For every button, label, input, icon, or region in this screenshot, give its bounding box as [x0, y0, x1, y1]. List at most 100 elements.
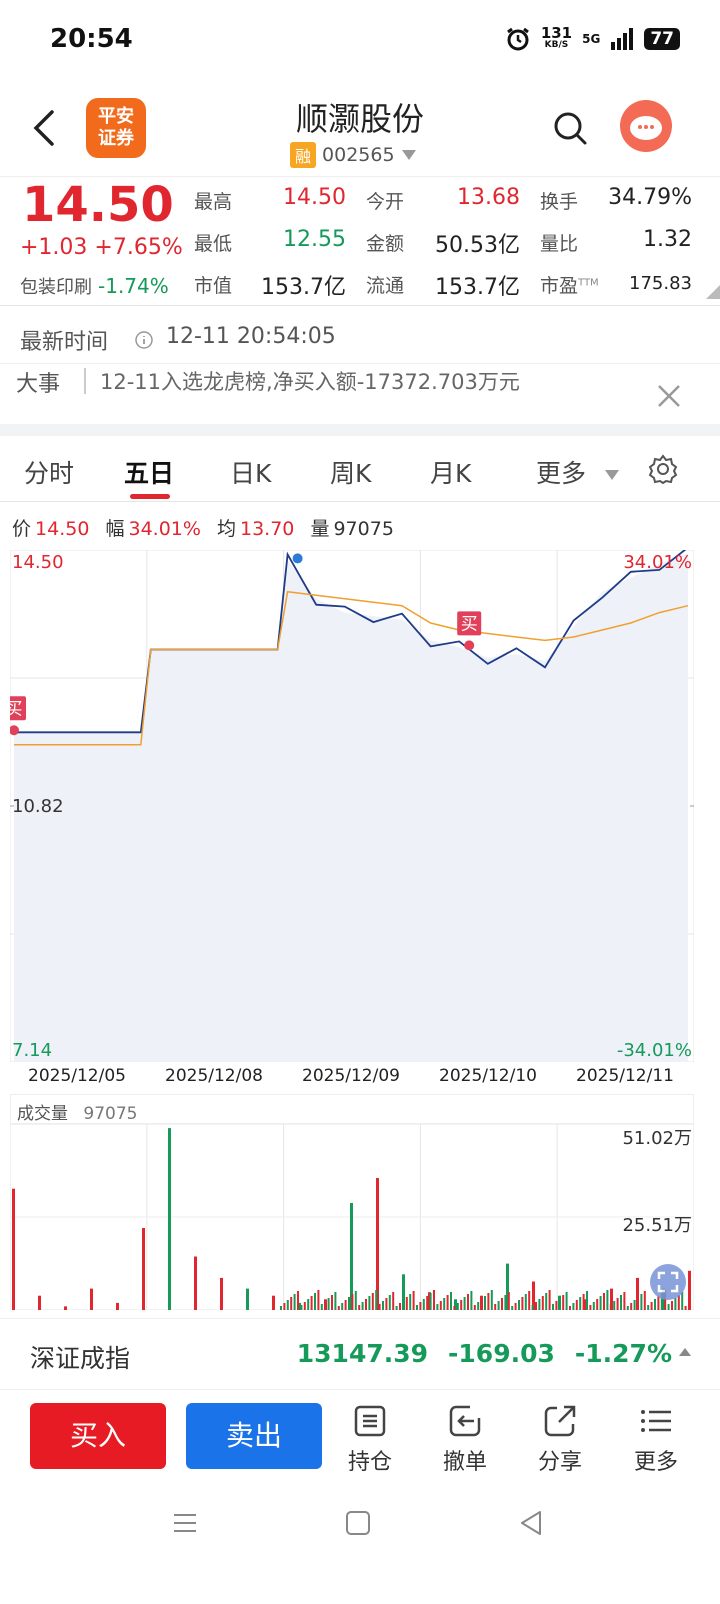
- volume-bar: [337, 1306, 340, 1310]
- volume-bar: [412, 1291, 415, 1310]
- caret-up-icon[interactable]: [678, 1347, 692, 1357]
- tab-more[interactable]: 更多: [536, 454, 620, 490]
- close-news-button[interactable]: [656, 382, 682, 417]
- stat-label-volume-ratio: 量比: [540, 233, 579, 255]
- news-divider: [84, 368, 86, 394]
- volume-bar: [473, 1305, 476, 1310]
- volume-bar: [429, 1293, 432, 1310]
- volume-bar: [456, 1303, 459, 1310]
- tab-five-day[interactable]: 五日: [124, 454, 174, 490]
- fullscreen-button[interactable]: [650, 1264, 686, 1300]
- volume-bar: [569, 1306, 571, 1310]
- signal-icon: [611, 28, 634, 50]
- more-button[interactable]: 更多: [616, 1400, 696, 1476]
- index-values: 13147.39 -169.03 -1.27%: [297, 1339, 672, 1368]
- volume-bar: [630, 1303, 633, 1310]
- buy-button[interactable]: 买入: [30, 1403, 166, 1469]
- status-bar: 20:54 131 KB/S 5G 77: [0, 0, 720, 80]
- tab-weekly-k[interactable]: 周K: [330, 454, 371, 490]
- volume-bar: [650, 1302, 653, 1310]
- volume-bar: [626, 1306, 629, 1310]
- corner-expand-icon[interactable]: [706, 285, 720, 299]
- stat-value-amount: 50.53亿: [435, 233, 520, 258]
- quote-panel: 14.50 +1.03 +7.65% 包装印刷 -1.74% 最高 14.50 今…: [0, 176, 720, 306]
- volume-bar: [351, 1294, 354, 1310]
- volume-bar: [633, 1300, 636, 1310]
- stat-label-low: 最低: [194, 233, 233, 255]
- network-type: 5G: [582, 32, 601, 46]
- volume-bar: [579, 1297, 582, 1310]
- volume-bar: [361, 1302, 364, 1310]
- stock-code-selector[interactable]: 融 002565: [290, 142, 417, 168]
- volume-bar: [565, 1292, 568, 1310]
- five-day-price-chart[interactable]: 买卖买 14.5010.827.1434.01%-34.01%: [10, 550, 694, 1062]
- date-label: 2025/12/05: [28, 1066, 126, 1086]
- stat-label-mktcap: 市值: [194, 275, 233, 297]
- volume-bar: [524, 1294, 527, 1310]
- info-icon[interactable]: [134, 330, 154, 350]
- volume-bar: [341, 1303, 344, 1310]
- volume-bar: [667, 1304, 670, 1310]
- volume-bar: [12, 1188, 15, 1310]
- volume-bar: [388, 1295, 391, 1310]
- volume-bar: [586, 1291, 588, 1310]
- share-icon: [544, 1405, 576, 1437]
- assistant-avatar[interactable]: [620, 100, 672, 152]
- volume-bar: [331, 1295, 333, 1310]
- volume-bar: [463, 1297, 466, 1310]
- volume-bar: [409, 1294, 412, 1310]
- settings-gear-icon[interactable]: [648, 454, 678, 484]
- trade-marker-label: 买: [10, 699, 23, 719]
- volume-bar: [439, 1301, 442, 1310]
- volume-bar: [589, 1305, 592, 1310]
- tab-daily-k[interactable]: 日K: [230, 454, 271, 490]
- volume-bar: [436, 1304, 439, 1310]
- volume-bar: [344, 1300, 347, 1310]
- volume-bar: [671, 1301, 673, 1310]
- volume-bar: [90, 1288, 93, 1310]
- holdings-button[interactable]: 持仓: [330, 1400, 410, 1476]
- volume-bar: [405, 1297, 408, 1310]
- sector-link[interactable]: 包装印刷 -1.74%: [20, 273, 169, 299]
- y-prev-close-label: 10.82: [12, 796, 64, 817]
- stat-value-volume-ratio: 1.32: [643, 227, 692, 252]
- cancel-order-button[interactable]: 撤单: [425, 1400, 505, 1476]
- volume-bar: [350, 1203, 353, 1310]
- volume-bar: [280, 1306, 282, 1310]
- volume-bar: [385, 1298, 388, 1310]
- tab-monthly-k[interactable]: 月K: [430, 454, 471, 490]
- home-icon[interactable]: [345, 1510, 371, 1536]
- search-button[interactable]: [552, 110, 588, 146]
- volume-chart[interactable]: 51.02万 25.51万: [10, 1124, 694, 1310]
- volume-bar: [490, 1290, 493, 1310]
- update-time-label: 最新时间: [20, 330, 109, 355]
- news-ticker[interactable]: 大事 12-11入选龙虎榜,净买入额-17372.703万元: [0, 364, 720, 424]
- volume-bar: [426, 1296, 429, 1310]
- pct-max-label: 34.01%: [623, 552, 692, 573]
- trade-marker-dot: [292, 553, 303, 564]
- back-nav-icon[interactable]: [518, 1510, 544, 1536]
- stat-label-turnover: 换手: [540, 191, 579, 213]
- volume-bar: [501, 1298, 503, 1310]
- recents-icon[interactable]: [172, 1510, 198, 1536]
- volume-bar: [433, 1290, 435, 1310]
- volume-bar: [142, 1228, 145, 1310]
- volume-mid-label: 25.51万: [622, 1215, 692, 1236]
- volume-bar: [548, 1290, 551, 1310]
- chart-legend: 价 14.50 幅 34.01% 均 13.70 量 97075: [12, 518, 394, 540]
- tab-intraday[interactable]: 分时: [24, 454, 74, 490]
- volume-bar: [575, 1300, 578, 1310]
- volume-bar: [64, 1306, 67, 1310]
- stock-code: 002565: [322, 144, 395, 166]
- update-time-value: 12-11 20:54:05: [166, 324, 336, 349]
- volume-bar: [552, 1304, 554, 1310]
- volume-bar: [382, 1301, 384, 1310]
- volume-bar: [480, 1299, 483, 1310]
- volume-bar: [354, 1291, 357, 1310]
- sell-button[interactable]: 卖出: [186, 1403, 322, 1469]
- volume-bar: [511, 1306, 514, 1310]
- volume-bar: [116, 1302, 119, 1310]
- share-button[interactable]: 分享: [520, 1400, 600, 1476]
- volume-bar: [392, 1292, 395, 1310]
- market-index-bar[interactable]: 深证成指 13147.39 -169.03 -1.27%: [0, 1318, 720, 1390]
